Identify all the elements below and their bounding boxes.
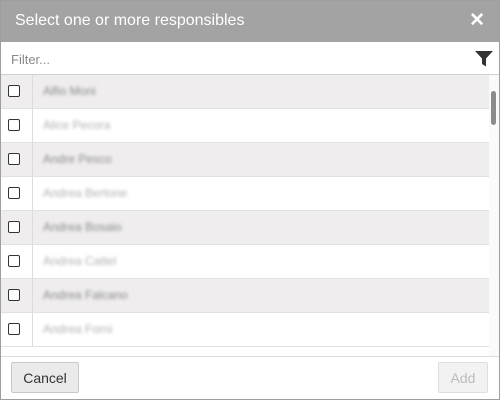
- cancel-button[interactable]: Cancel: [11, 362, 79, 393]
- checkbox-cell: [1, 75, 33, 108]
- dialog-titlebar: Select one or more responsibles ✕: [1, 1, 499, 42]
- list-item[interactable]: Andrea Falcano: [1, 279, 489, 313]
- checkbox-cell: [1, 109, 33, 142]
- row-checkbox[interactable]: [8, 255, 20, 267]
- checkbox-cell: [1, 211, 33, 244]
- list-item[interactable]: Alice Pecora: [1, 109, 489, 143]
- person-name: Alfio Moni: [43, 84, 96, 98]
- row-checkbox[interactable]: [8, 289, 20, 301]
- checkbox-cell: [1, 313, 33, 346]
- list-scrollbar[interactable]: [489, 75, 499, 356]
- checkbox-cell: [1, 279, 33, 312]
- add-button[interactable]: Add: [438, 362, 488, 393]
- list-item[interactable]: Andre Pesco: [1, 143, 489, 177]
- close-icon[interactable]: ✕: [469, 10, 485, 32]
- person-name: Andrea Cattel: [43, 254, 117, 268]
- list-item[interactable]: Andrea Bosaio: [1, 211, 489, 245]
- row-checkbox[interactable]: [8, 85, 20, 97]
- person-name: Andrea Bosaio: [43, 220, 122, 234]
- filter-input[interactable]: [9, 49, 463, 69]
- dialog-footer: Cancel Add: [1, 356, 499, 399]
- list-item[interactable]: Andrea Forni: [1, 313, 489, 347]
- row-checkbox[interactable]: [8, 221, 20, 233]
- list-item[interactable]: Alfio Moni: [1, 75, 489, 109]
- row-checkbox[interactable]: [8, 119, 20, 131]
- person-name: Andrea Forni: [43, 322, 113, 336]
- checkbox-cell: [1, 245, 33, 278]
- list-item[interactable]: Andrea Bertone: [1, 177, 489, 211]
- row-checkbox[interactable]: [8, 187, 20, 199]
- checkbox-cell: [1, 177, 33, 210]
- scrollbar-thumb[interactable]: [491, 91, 496, 125]
- person-name: Alice Pecora: [43, 118, 111, 132]
- row-checkbox[interactable]: [8, 323, 20, 335]
- select-responsibles-dialog: Select one or more responsibles ✕ Andrea…: [0, 0, 500, 400]
- dialog-title: Select one or more responsibles: [15, 12, 245, 29]
- person-name: Andrea Bertone: [43, 186, 128, 200]
- funnel-icon[interactable]: [475, 51, 493, 67]
- filter-bar: [1, 43, 499, 75]
- list-item[interactable]: Andrea Cattel: [1, 245, 489, 279]
- person-name: Andrea Falcano: [43, 288, 128, 302]
- checkbox-cell: [1, 143, 33, 176]
- row-checkbox[interactable]: [8, 153, 20, 165]
- responsibles-list: Andrea Forni Andrea Falcano Andrea Cattel A…: [1, 75, 499, 356]
- person-name: Andre Pesco: [43, 152, 112, 166]
